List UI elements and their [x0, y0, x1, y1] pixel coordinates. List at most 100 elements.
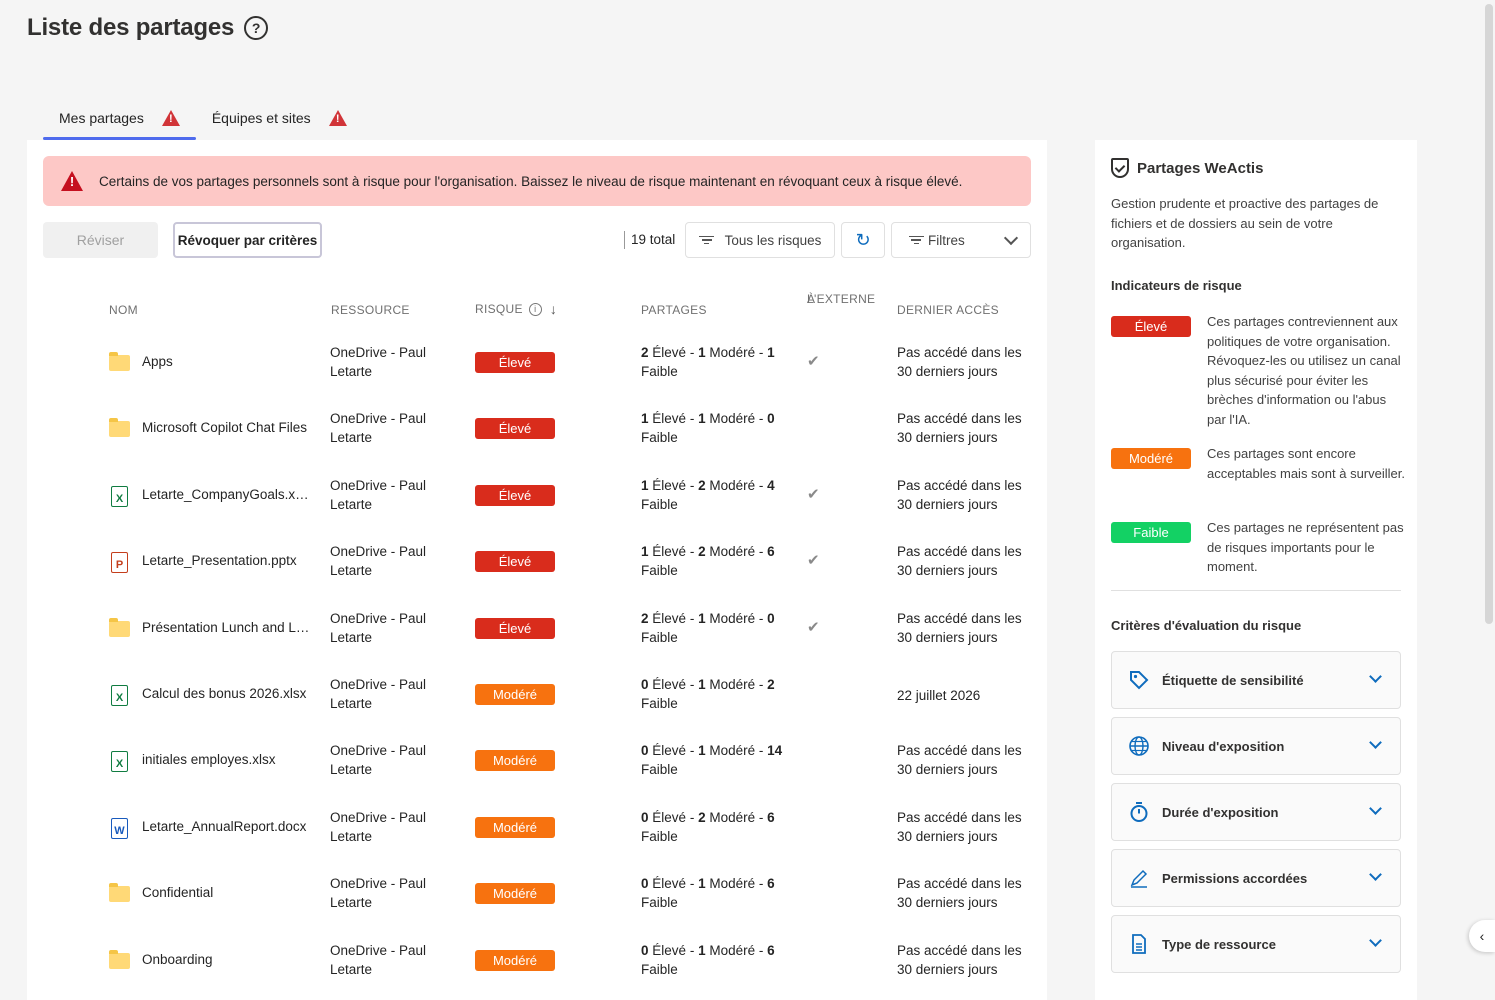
row-risk: Élevé: [475, 484, 555, 506]
shares-mid-count: 1: [698, 942, 706, 958]
row-last-access: 22 juillet 2026: [897, 687, 981, 703]
row-name[interactable]: initiales employes.xlsx: [142, 752, 310, 767]
scrollbar-thumb[interactable]: [1485, 4, 1493, 624]
divider: [1111, 590, 1401, 591]
risk-badge: Modéré: [1111, 448, 1191, 469]
table-row[interactable]: X Letarte_CompanyGoals.xlsx OneDrive - Pau…: [27, 463, 1047, 529]
row-risk: Élevé: [475, 352, 555, 373]
external-check-icon: ✔: [807, 552, 820, 570]
external-check-icon: ✔: [807, 618, 820, 636]
risk-badge: Modéré: [475, 816, 555, 838]
chevron-left-icon: ‹: [1479, 928, 1485, 944]
folder-icon: [109, 949, 130, 969]
chevron-down-icon: [1369, 736, 1382, 749]
external-check-icon: ✔: [807, 485, 820, 503]
risk-badge: Modéré: [475, 750, 555, 772]
criteria-label: Durée d'exposition: [1162, 804, 1279, 820]
shares-high-count: 0: [641, 809, 649, 825]
shares-high-word: Élevé: [652, 544, 687, 560]
criteria-label: Niveau d'exposition: [1162, 738, 1285, 754]
column-header-resource[interactable]: RESSOURCE: [331, 303, 410, 317]
row-resource: OneDrive - Paul Letarte: [330, 809, 427, 844]
criteria-accordion-2[interactable]: Durée d'exposition: [1111, 783, 1401, 841]
shield-icon: [1111, 158, 1129, 178]
shares-mid-count: 1: [698, 345, 706, 360]
row-resource: OneDrive - Paul Letarte: [330, 942, 427, 977]
shares-mid-count: 1: [698, 676, 706, 692]
column-header-name[interactable]: NOM: [109, 303, 138, 317]
row-icon: [109, 949, 130, 969]
table-row[interactable]: W Letarte_AnnualReport.docx OneDrive - Pau…: [27, 795, 1047, 861]
row-risk: Élevé: [475, 551, 555, 573]
column-header-last-access[interactable]: DERNIER ACCÈS: [897, 303, 999, 317]
shares-mid-count: 2: [698, 477, 706, 493]
risk-badge: Faible: [1111, 522, 1191, 543]
info-icon[interactable]: i: [528, 302, 542, 316]
table-row[interactable]: Présentation Lunch and Learn OneDrive - P…: [27, 596, 1047, 662]
risk-indicator-text: Ces partages ne représentent pas de risq…: [1207, 520, 1404, 574]
risk-filter-dropdown[interactable]: Tous les risques: [685, 222, 835, 258]
table-row[interactable]: Xinitiales employes.xlsx OneDrive - Paul …: [27, 728, 1047, 794]
column-header-risk[interactable]: RISQUE i ↓: [475, 301, 557, 317]
row-name[interactable]: Letarte_CompanyGoals.xlsx: [142, 487, 310, 502]
row-icon: X: [109, 751, 128, 773]
shares-mid-count: 1: [698, 743, 706, 759]
row-resource: OneDrive - Paul Letarte: [330, 676, 427, 711]
row-resource: OneDrive - Paul Letarte: [330, 345, 427, 379]
folder-icon: [109, 883, 130, 903]
row-name[interactable]: Apps: [142, 354, 310, 369]
table-row[interactable]: Onboarding OneDrive - Paul Letarte Modéré 0…: [27, 928, 1047, 994]
row-name[interactable]: Calcul des bonus 2026.xlsx: [142, 686, 310, 701]
row-shares: 0 Élevé - 2 Modéré - 6 Faible: [641, 809, 775, 844]
shares-high-count: 0: [641, 876, 649, 892]
page-header: Liste des partages ?: [27, 14, 269, 42]
shares-mid-count: 1: [698, 610, 706, 626]
help-icon[interactable]: ?: [244, 16, 269, 40]
row-shares: 1 Élevé - 2 Modéré - 6 Faible: [641, 544, 775, 579]
row-risk: Modéré: [475, 883, 555, 905]
filters-dropdown[interactable]: Filtres: [891, 222, 1031, 258]
shares-low-count: 14: [767, 743, 783, 759]
shares-mid-word: Modéré: [709, 544, 756, 560]
table-row[interactable]: P Letarte_Presentation.pptx OneDrive - Pau…: [27, 529, 1047, 595]
timer-icon: [1128, 801, 1150, 823]
shares-mid-count: 2: [698, 544, 706, 560]
table-row[interactable]: Microsoft Copilot Chat Files OneDrive - P…: [27, 396, 1047, 462]
tab-mes-partages[interactable]: Mes partages: [43, 96, 196, 140]
row-name[interactable]: Présentation Lunch and Learn: [142, 620, 310, 635]
shares-high-count: 1: [641, 411, 649, 427]
shares-low-word: Faible: [641, 563, 678, 579]
row-name[interactable]: Letarte_Presentation.pptx: [142, 553, 310, 568]
row-shares: 0 Élevé - 1 Modéré - 6 Faible: [641, 876, 775, 911]
excel-file-icon: X: [111, 485, 128, 507]
row-icon: [109, 617, 130, 637]
criteria-accordion-0[interactable]: Étiquette de sensibilité: [1111, 651, 1401, 709]
table-row[interactable]: Apps OneDrive - Paul Letarte Élevé 2 Élevé …: [27, 330, 1047, 396]
tab-label: Équipes et sites: [211, 110, 311, 126]
revoke-by-criteria-button[interactable]: Révoquer par critères: [173, 222, 322, 258]
excel-file-icon: X: [111, 684, 128, 706]
shares-high-word: Élevé: [652, 345, 687, 360]
tab-equipes-et-sites[interactable]: Équipes et sites: [196, 96, 363, 140]
refresh-button[interactable]: ↻: [841, 222, 885, 258]
tag-icon: [1128, 669, 1150, 691]
review-button[interactable]: Réviser: [43, 222, 158, 258]
criteria-accordion-3[interactable]: Permissions accordées: [1111, 849, 1401, 907]
row-risk: Élevé: [475, 617, 555, 639]
row-name[interactable]: Onboarding: [142, 952, 310, 967]
shares-mid-count: 2: [698, 809, 706, 825]
row-name[interactable]: Confidential: [142, 885, 310, 900]
row-name[interactable]: Microsoft Copilot Chat Files: [142, 420, 310, 435]
row-icon: X: [109, 485, 128, 507]
criteria-accordion-1[interactable]: Niveau d'exposition: [1111, 717, 1401, 775]
shares-low-word: Faible: [641, 695, 678, 711]
table-row[interactable]: X Calcul des bonus 2026.xlsx OneDrive - Pa…: [27, 662, 1047, 728]
sort-down-icon[interactable]: ↓: [550, 301, 557, 317]
scrollbar[interactable]: [1483, 0, 1495, 1000]
criteria-accordion-4[interactable]: Type de ressource: [1111, 915, 1401, 973]
row-name[interactable]: Letarte_AnnualReport.docx: [142, 819, 310, 834]
table-row[interactable]: Confidential OneDrive - Paul Letarte Modér…: [27, 861, 1047, 927]
column-header-shares[interactable]: PARTAGES: [641, 303, 707, 317]
risk-badge: Élevé: [1111, 316, 1191, 337]
collapse-panel-button[interactable]: ‹: [1469, 920, 1495, 952]
